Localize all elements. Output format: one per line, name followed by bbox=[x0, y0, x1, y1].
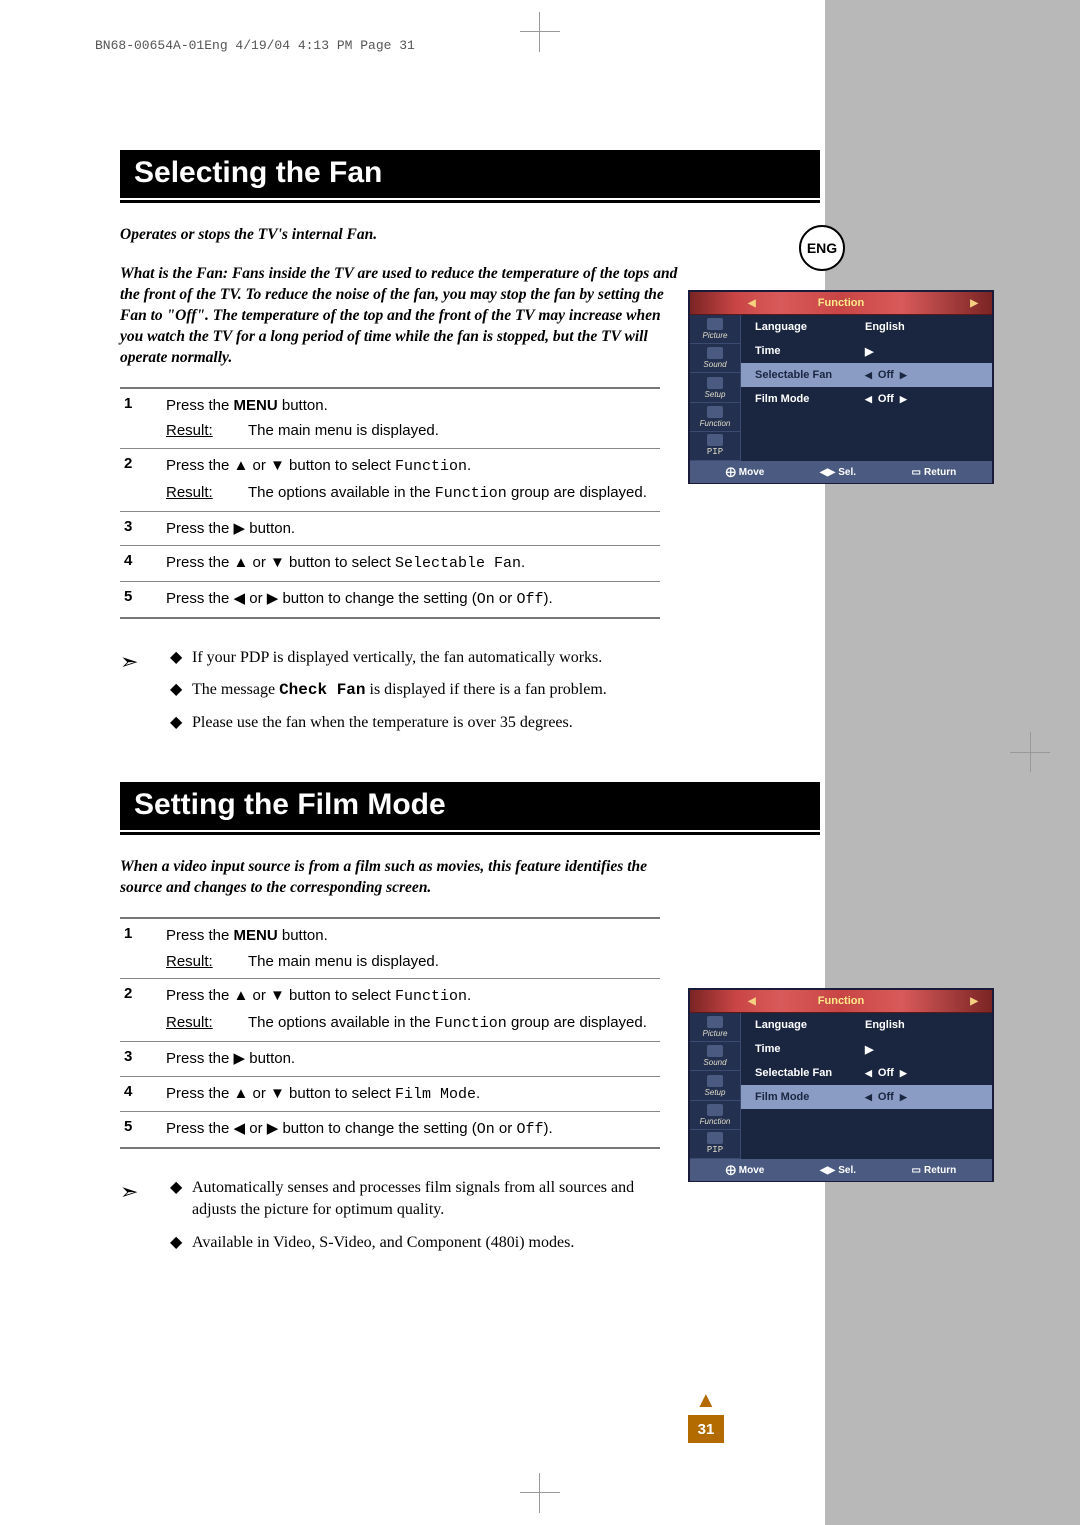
note-bullet-icon: ◆ bbox=[170, 712, 192, 734]
section-title-film: Setting the Film Mode bbox=[120, 782, 820, 830]
intro-film: When a video input source is from a film… bbox=[120, 857, 680, 899]
step-row: 3Press the ▶ button. bbox=[120, 1042, 660, 1077]
notes-fan: ➣ ◆If your PDP is displayed vertically, … bbox=[120, 647, 680, 744]
step-text: Press the ▶ button. bbox=[166, 1048, 660, 1070]
result-label: Result: bbox=[166, 1012, 248, 1035]
section-underline bbox=[120, 200, 820, 203]
step-number: 1 bbox=[120, 925, 166, 973]
step-row: 1Press the MENU button.Result:The main m… bbox=[120, 389, 660, 450]
step-text: Press the MENU button.Result:The main me… bbox=[166, 925, 660, 973]
note-text: If your PDP is displayed vertically, the… bbox=[192, 647, 680, 669]
step-row: 1Press the MENU button.Result:The main m… bbox=[120, 919, 660, 980]
note-bullet-icon: ◆ bbox=[170, 679, 192, 701]
crop-mark-top bbox=[530, 22, 550, 42]
result-label: Result: bbox=[166, 482, 248, 505]
note-arrow-icon: ➣ bbox=[120, 647, 170, 744]
result-label: Result: bbox=[166, 420, 248, 442]
note-item: ◆The message Check Fan is displayed if t… bbox=[170, 679, 680, 701]
note-item: ◆If your PDP is displayed vertically, th… bbox=[170, 647, 680, 669]
steps-film: 1Press the MENU button.Result:The main m… bbox=[120, 917, 660, 1149]
result-text: The main menu is displayed. bbox=[248, 951, 439, 973]
intro-fan-2: What is the Fan: Fans inside the TV are … bbox=[120, 264, 680, 369]
note-item: ◆Automatically senses and processes film… bbox=[170, 1177, 680, 1222]
note-text: Available in Video, S-Video, and Compone… bbox=[192, 1232, 680, 1254]
page-number: 31 bbox=[688, 1415, 724, 1443]
note-text: The message Check Fan is displayed if th… bbox=[192, 679, 680, 701]
step-text: Press the ▶ button. bbox=[166, 518, 660, 540]
step-number: 3 bbox=[120, 518, 166, 540]
note-item: ◆Please use the fan when the temperature… bbox=[170, 712, 680, 734]
step-row: 5Press the ◀ or ▶ button to change the s… bbox=[120, 1112, 660, 1149]
step-number: 3 bbox=[120, 1048, 166, 1070]
step-number: 1 bbox=[120, 395, 166, 443]
result-label: Result: bbox=[166, 951, 248, 973]
step-row: 3Press the ▶ button. bbox=[120, 512, 660, 547]
note-text: Automatically senses and processes film … bbox=[192, 1177, 680, 1222]
note-arrow-icon: ➣ bbox=[120, 1177, 170, 1264]
note-item: ◆Available in Video, S-Video, and Compon… bbox=[170, 1232, 680, 1254]
step-number: 2 bbox=[120, 455, 166, 505]
step-row: 2Press the ▲ or ▼ button to select Funct… bbox=[120, 449, 660, 512]
result-text: The options available in the Function gr… bbox=[248, 482, 647, 505]
result-text: The options available in the Function gr… bbox=[248, 1012, 647, 1035]
step-number: 5 bbox=[120, 1118, 166, 1141]
steps-fan: 1Press the MENU button.Result:The main m… bbox=[120, 387, 660, 619]
step-number: 4 bbox=[120, 1083, 166, 1106]
note-bullet-icon: ◆ bbox=[170, 1177, 192, 1222]
step-row: 4Press the ▲ or ▼ button to select Selec… bbox=[120, 546, 660, 582]
step-number: 5 bbox=[120, 588, 166, 611]
step-text: Press the ▲ or ▼ button to select Functi… bbox=[166, 985, 660, 1035]
notes-film: ➣ ◆Automatically senses and processes fi… bbox=[120, 1177, 680, 1264]
result-text: The main menu is displayed. bbox=[248, 420, 439, 442]
step-text: Press the ◀ or ▶ button to change the se… bbox=[166, 588, 660, 611]
step-row: 2Press the ▲ or ▼ button to select Funct… bbox=[120, 979, 660, 1042]
right-margin-block bbox=[825, 0, 1080, 1525]
step-number: 4 bbox=[120, 552, 166, 575]
step-number: 2 bbox=[120, 985, 166, 1035]
step-text: Press the ▲ or ▼ button to select Film M… bbox=[166, 1083, 660, 1106]
page-corner-arrow-icon: ▲ bbox=[695, 1387, 717, 1413]
crop-mark-bottom bbox=[530, 1483, 550, 1503]
step-text: Press the MENU button.Result:The main me… bbox=[166, 395, 660, 443]
note-bullet-icon: ◆ bbox=[170, 647, 192, 669]
note-text: Please use the fan when the temperature … bbox=[192, 712, 680, 734]
step-text: Press the ▲ or ▼ button to select Select… bbox=[166, 552, 660, 575]
document-header-info: BN68-00654A-01Eng 4/19/04 4:13 PM Page 3… bbox=[95, 38, 415, 53]
step-row: 5Press the ◀ or ▶ button to change the s… bbox=[120, 582, 660, 619]
section-underline bbox=[120, 832, 820, 835]
step-text: Press the ◀ or ▶ button to change the se… bbox=[166, 1118, 660, 1141]
note-bullet-icon: ◆ bbox=[170, 1232, 192, 1254]
step-text: Press the ▲ or ▼ button to select Functi… bbox=[166, 455, 660, 505]
section-title-fan: Selecting the Fan bbox=[120, 150, 820, 198]
intro-fan-1: Operates or stops the TV's internal Fan. bbox=[120, 225, 680, 246]
step-row: 4Press the ▲ or ▼ button to select Film … bbox=[120, 1077, 660, 1113]
